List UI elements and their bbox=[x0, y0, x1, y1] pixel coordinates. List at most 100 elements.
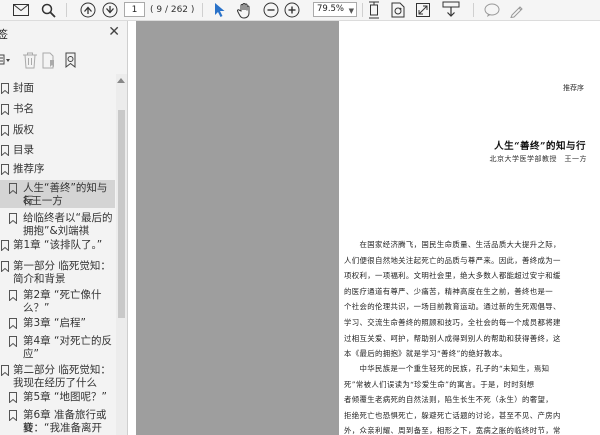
bookmark-item[interactable]: 第4章 “对死亡的反 应” bbox=[0, 333, 115, 361]
bookmark-label: 应” bbox=[23, 348, 39, 360]
text-line: 人们便很自然地关注起死亡的品质与尊严来。因此，善终成为一 bbox=[344, 255, 561, 265]
zoom-value: 79.5% bbox=[317, 4, 345, 14]
bookmark-icon bbox=[1, 240, 9, 251]
bookmark-icon bbox=[9, 410, 17, 421]
document-canvas-background bbox=[136, 21, 339, 435]
chevron-down-icon: ▼ bbox=[348, 7, 354, 15]
close-icon[interactable]: ✕ bbox=[108, 25, 120, 39]
bookmark-item[interactable]: 第3章 “启程” bbox=[0, 317, 115, 330]
fit-page-icon[interactable] bbox=[365, 1, 383, 19]
bookmark-icon bbox=[1, 83, 9, 94]
mail-icon[interactable] bbox=[11, 1, 31, 19]
bookmark-label: 封面 bbox=[13, 82, 34, 94]
rotate-icon[interactable] bbox=[389, 1, 407, 19]
author-line: 北京大学医学部教授 王一方 bbox=[489, 155, 587, 163]
text-line: 个社会的伦理共识，一场目前教育运动。通过新的生死观倡导、 bbox=[344, 302, 561, 312]
bookmark-label: 第一部分 临死觉知： bbox=[13, 260, 111, 272]
page-down-icon[interactable] bbox=[100, 1, 120, 19]
bookmark-item[interactable]: 书名 bbox=[0, 103, 115, 116]
bookmark-label: 变：“我准备离开 bbox=[23, 422, 102, 434]
bookmark-icon bbox=[9, 392, 17, 403]
bookmark-label: 么？” bbox=[23, 302, 50, 314]
select-cursor-icon[interactable] bbox=[211, 1, 229, 19]
bookmark-icon bbox=[9, 318, 17, 329]
bookmark-icon bbox=[1, 125, 9, 136]
toolbar-separator bbox=[362, 3, 363, 17]
bookmark-icon bbox=[9, 213, 17, 224]
bookmark-label: 第二部分 临死觉知： bbox=[13, 364, 111, 376]
toolbar-separator bbox=[202, 3, 203, 17]
bookmark-item[interactable]: 第一部分 临死觉知： 简介和背景 bbox=[0, 258, 115, 286]
bookmark-icon bbox=[9, 290, 17, 301]
text-line: 学习、交流生命善终的照顾和技巧，全社会的每一个成员都将建 bbox=[344, 317, 561, 327]
zoom-out-icon[interactable] bbox=[261, 1, 281, 19]
bookmarks-panel-header: 签 ✕ bbox=[0, 21, 127, 47]
page-up-icon[interactable] bbox=[78, 1, 98, 19]
bookmark-label: 简介和背景 bbox=[13, 273, 66, 285]
text-line: 外，众亲利耀、周到备至，相形之下，宽病之胀的临终时节，常 bbox=[344, 426, 561, 435]
search-icon[interactable] bbox=[38, 1, 58, 19]
bookmark-icon bbox=[1, 261, 9, 272]
bookmark-label: 给临终者以“最后的 bbox=[23, 212, 113, 224]
bookmark-item[interactable]: 第5章 “地图呢？” bbox=[0, 391, 115, 404]
bookmark-label: 目录 bbox=[13, 144, 34, 156]
bookmark-item[interactable]: 第1章 “该排队了。” bbox=[0, 239, 115, 252]
bookmark-item[interactable]: 第二部分 临死觉知： 我现在经历了什么 bbox=[0, 362, 115, 390]
text-line: 项权利，一项福利。文明社会里，绝大多数人都能超过安宁和缓 bbox=[344, 271, 561, 281]
text-line: 在国家经济腾飞，国民生命质量、生活品质大大提升之际， bbox=[344, 240, 561, 249]
bookmark-item[interactable]: 第6章 准备旅行或转 变：“我准备离开 bbox=[0, 407, 115, 435]
bookmark-icon bbox=[1, 164, 9, 175]
bookmark-item[interactable]: 第2章 “死亡像什 么？” bbox=[0, 287, 115, 315]
bookmark-icon bbox=[9, 336, 17, 347]
bookmark-properties-icon[interactable] bbox=[62, 52, 79, 73]
bookmark-item[interactable]: 版权 bbox=[0, 124, 115, 137]
bookmark-label: 第1章 “该排队了。” bbox=[13, 239, 103, 251]
bookmark-label: 书名 bbox=[13, 103, 34, 115]
bookmark-item[interactable]: 目录 bbox=[0, 144, 115, 157]
text-line: 者倾覆生老病死的自然法则，陷生长生不死（永生）的奢望， bbox=[344, 395, 553, 405]
fit-width-icon[interactable] bbox=[414, 1, 432, 19]
bookmark-label: &王一方 bbox=[23, 195, 63, 207]
page-count: ( 9 / 262 ) bbox=[150, 5, 195, 15]
page-number-input[interactable]: 1 bbox=[124, 2, 145, 17]
toolbar-separator bbox=[473, 3, 474, 17]
bookmark-label: 推荐序 bbox=[13, 163, 45, 175]
download-icon[interactable] bbox=[440, 1, 462, 19]
delete-icon[interactable] bbox=[22, 52, 38, 73]
bookmark-label: 第3章 “启程” bbox=[23, 317, 86, 329]
zoom-select[interactable]: 79.5% ▼ bbox=[313, 2, 357, 17]
text-line: 本《最后的拥抱》就是学习“善终”的绝好教本。 bbox=[344, 349, 508, 359]
paragraph: 中华民族是一个重生轻死的民族，孔子的“未知生，焉知 死”常被人们误读为“珍爱生命… bbox=[344, 361, 598, 435]
options-menu-icon[interactable] bbox=[0, 52, 12, 71]
pdf-page: 推荐序 人生“善终”的知与行 北京大学医学部教授 王一方 在国家经济腾飞，国民生… bbox=[339, 21, 600, 435]
pen-icon[interactable] bbox=[507, 1, 527, 19]
text-line: 的医疗通道有尊严、少痛苦，精神高度在生之前，善终也是一 bbox=[344, 286, 553, 296]
bookmark-icon bbox=[9, 183, 17, 194]
bookmark-label: 第4章 “对死亡的反 bbox=[23, 335, 112, 347]
text-line: 拒绝死亡也恐惧死亡，躲避死亡话题的讨论，甚至不见、产房内 bbox=[344, 410, 561, 420]
toolbar-separator bbox=[66, 3, 67, 17]
bookmark-item[interactable]: 封面 bbox=[0, 82, 115, 95]
scrollbar-thumb[interactable] bbox=[118, 110, 125, 318]
new-bookmark-icon[interactable] bbox=[42, 52, 58, 73]
bookmark-label: 我现在经历了什么 bbox=[13, 377, 97, 389]
bookmark-item[interactable]: 推荐序 bbox=[0, 163, 115, 176]
scroll-up-icon[interactable] bbox=[117, 78, 125, 83]
bookmark-label: 版权 bbox=[13, 124, 34, 136]
bookmark-item-selected[interactable]: 人生“善终”的知与行 &王一方 bbox=[0, 180, 115, 208]
bookmark-item[interactable]: 给临终者以“最后的 拥抱”&刘端祺 bbox=[0, 210, 115, 238]
hand-icon[interactable] bbox=[235, 1, 255, 19]
text-line: 中华民族是一个重生轻死的民族，孔子的“未知生，焉知 bbox=[344, 364, 550, 373]
bookmarks-toolbar bbox=[0, 50, 127, 74]
bookmark-icon bbox=[1, 365, 9, 376]
bookmarks-panel: 签 ✕ 封面 书名 版权 目录 bbox=[0, 21, 128, 435]
bookmark-label: 第5章 “地图呢？” bbox=[23, 391, 107, 403]
comment-icon[interactable] bbox=[482, 1, 502, 19]
bookmarks-panel-title: 签 bbox=[0, 26, 8, 42]
running-header: 推荐序 bbox=[563, 84, 584, 92]
bookmark-icon bbox=[1, 145, 9, 156]
bookmark-scrollbar[interactable] bbox=[116, 74, 127, 435]
bookmark-icon bbox=[1, 104, 9, 115]
chapter-title: 人生“善终”的知与行 bbox=[494, 141, 586, 152]
zoom-in-icon[interactable] bbox=[282, 1, 302, 19]
